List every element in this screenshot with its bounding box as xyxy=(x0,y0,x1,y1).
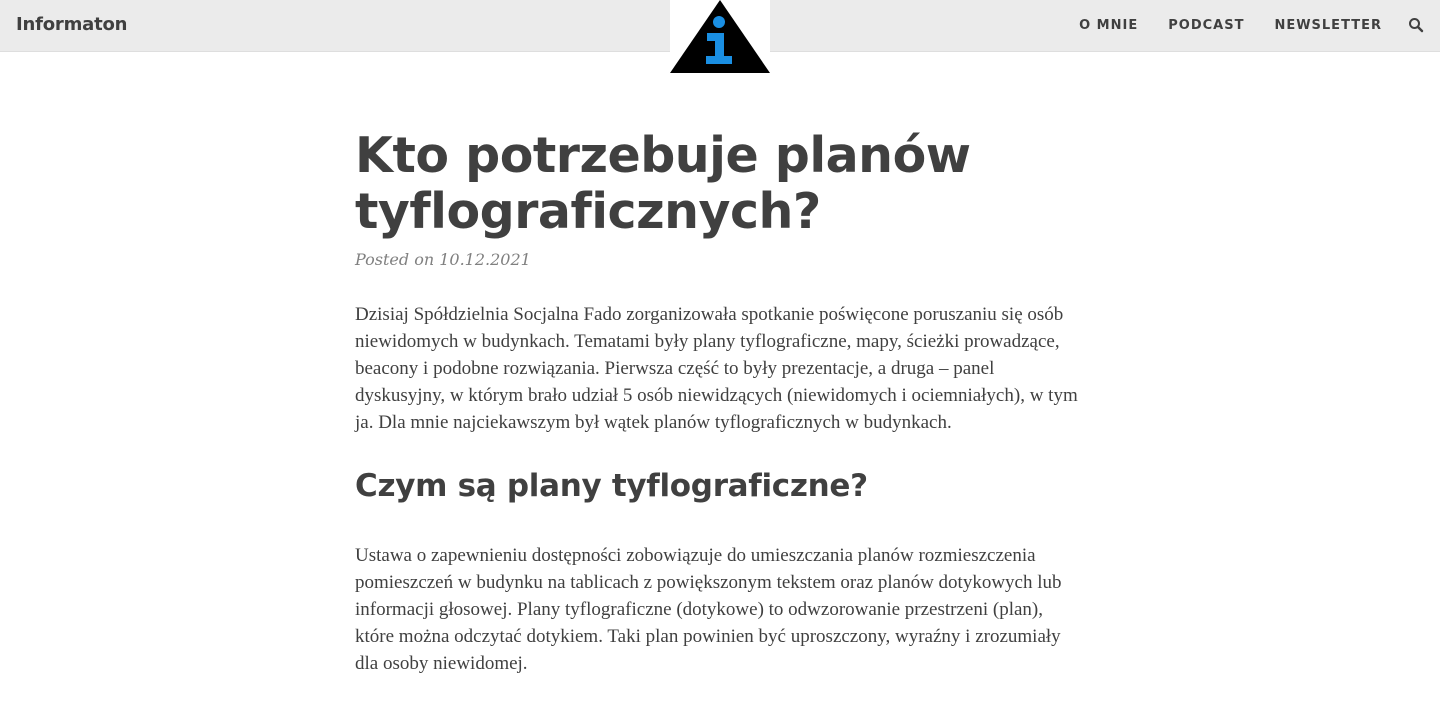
post-paragraph: Ustawa o zapewnieniu dostępności zobowią… xyxy=(355,545,1062,674)
search-icon xyxy=(1409,18,1424,33)
search-button[interactable] xyxy=(1408,17,1424,33)
post-content: Kto potrzebuje planów tyflograficznych? … xyxy=(355,128,1085,677)
info-triangle-logo-icon xyxy=(670,0,770,73)
section-heading: Czym są plany tyflograficzne? xyxy=(355,468,868,504)
site-brand-link[interactable]: Informaton xyxy=(16,14,127,35)
nav-link-podcast[interactable]: PODCAST xyxy=(1168,18,1244,33)
main-nav: O MNIE PODCAST NEWSLETTER xyxy=(1049,18,1382,33)
post-title: Kto potrzebuje planów tyflograficznych? xyxy=(355,127,971,240)
post-date: Posted on 10.12.2021 xyxy=(355,250,531,269)
site-header: Informaton O MNIE PODCAST NEWSLETTER xyxy=(0,0,1440,74)
post-paragraph: Dzisiaj Spółdzielnia Socjalna Fado zorga… xyxy=(355,304,1078,433)
site-logo[interactable] xyxy=(670,0,770,74)
nav-link-o-mnie[interactable]: O MNIE xyxy=(1079,18,1138,33)
nav-link-newsletter[interactable]: NEWSLETTER xyxy=(1274,18,1382,33)
